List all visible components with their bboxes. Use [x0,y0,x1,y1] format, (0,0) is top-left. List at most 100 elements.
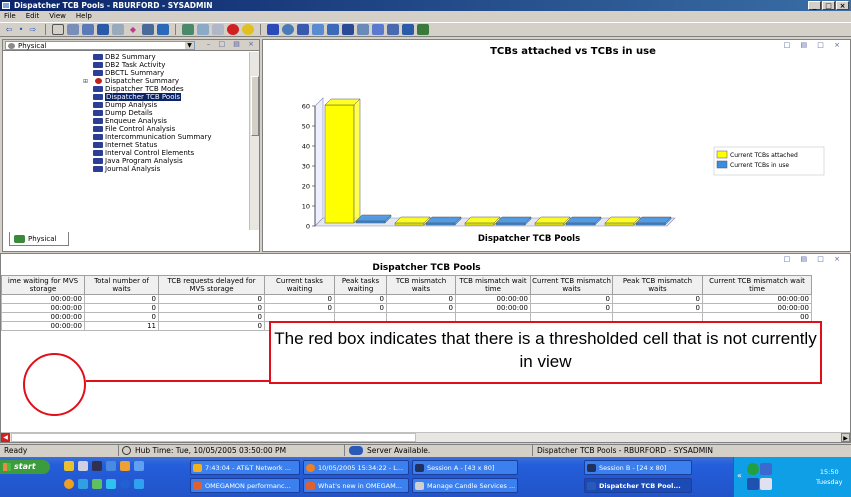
taskbar-button[interactable]: 10/05/2005 15:34:22 - L... [303,460,409,475]
properties-icon[interactable] [82,24,94,35]
show-hidden-icons[interactable]: « [737,471,742,480]
quicklaunch-icon[interactable] [120,461,130,471]
start-button[interactable]: start [0,460,50,474]
scroll-thumb[interactable] [251,76,259,136]
navigator-tab-physical[interactable]: Physical [9,232,69,246]
quicklaunch-icon[interactable] [134,461,144,471]
tree-item[interactable]: Enqueue Analysis [93,117,167,125]
tree-item[interactable]: Java Program Analysis [93,157,183,165]
tree-item[interactable]: DB2 Summary [93,53,156,61]
quicklaunch-icon[interactable] [120,479,130,489]
quicklaunch-icon[interactable] [64,461,74,471]
pane-controls[interactable]: – □ ▤ × [207,40,257,48]
column-header[interactable]: TCB mismatch wait time [455,275,531,295]
taskbar-clock[interactable]: 15:50 Tuesday [816,467,842,487]
quicklaunch-icon[interactable] [106,461,116,471]
tree-item[interactable]: File Control Analysis [93,125,175,133]
save-workspace-icon[interactable] [67,24,79,35]
column-header[interactable]: Current TCB mismatch wait time [702,275,812,295]
forward-icon[interactable]: ⇨ [27,24,39,35]
quicklaunch-icon[interactable] [78,461,88,471]
chevron-down-icon[interactable]: ▼ [185,42,194,49]
quicklaunch-icon[interactable] [92,479,102,489]
tree-item[interactable]: DBCTL Summary [93,69,164,77]
chart-view-icon[interactable] [182,24,194,35]
taskbar-button[interactable]: 7:43:04 - AT&T Network ... [190,460,300,475]
navigator-scrollbar[interactable] [249,52,259,230]
column-header[interactable]: Peak tasks waiting [334,275,387,295]
grid-icon[interactable] [142,24,154,35]
quicklaunch-icon[interactable] [64,479,74,489]
table-row[interactable]: 00:00:00 0 0 0 0 0 00:00:00 0 0 00:00:00 [1,294,812,304]
column-header[interactable]: TCB requests delayed for MVS storage [158,275,265,295]
menu-view[interactable]: View [49,11,66,21]
scroll-left-icon[interactable]: ◀ [1,433,10,442]
sound-icon[interactable] [242,24,254,35]
table-row[interactable]: 00:00:00 0 0 0 0 0 00:00:00 0 0 00:00:00 [1,303,812,313]
column-header[interactable]: ime waiting for MVS storage [1,275,85,295]
tree-item[interactable]: Dispatcher TCB Modes [93,85,184,93]
scroll-thumb[interactable] [11,433,416,442]
stop-icon[interactable] [227,24,239,35]
column-header[interactable]: Total number of waits [84,275,159,295]
navigator-view-select[interactable]: Physical ▼ [5,41,195,50]
table-icon[interactable] [267,24,279,35]
table-horizontal-scrollbar[interactable]: ◀ ▶ [1,432,850,442]
tree-item[interactable]: Dump Analysis [93,101,157,109]
tree-item[interactable]: Dump Details [93,109,153,117]
topology-icon[interactable] [417,24,429,35]
tree-item[interactable]: ⊞ Dispatcher Summary [83,77,179,85]
tree-item-selected[interactable]: Dispatcher TCB Pools [93,93,182,101]
taskbar-button[interactable]: Manage Candle Services ... [412,478,518,493]
event-console-icon[interactable] [372,24,384,35]
taskbar-button[interactable]: What's new in OMEGAM... [303,478,409,493]
close-button[interactable]: × [836,1,849,10]
tray-icon[interactable] [760,463,772,475]
linear-gauge-icon[interactable] [342,24,354,35]
menu-edit[interactable]: Edit [26,11,40,21]
scroll-right-icon[interactable]: ▶ [841,433,850,442]
split-view-icon[interactable] [97,24,109,35]
circular-gauge-icon[interactable] [327,24,339,35]
tree-item[interactable]: DB2 Task Activity [93,61,165,69]
tree-item[interactable]: Internet Status [93,141,157,149]
notepad-icon[interactable] [357,24,369,35]
column-header[interactable]: Peak TCB mismatch waits [612,275,703,295]
pie-chart-icon[interactable] [282,24,294,35]
column-header[interactable]: Current TCB mismatch waits [530,275,613,295]
browser-icon[interactable] [402,24,414,35]
maximize-button[interactable]: □ [822,1,835,10]
tree-item[interactable]: Intercommunication Summary [93,133,211,141]
tree-item[interactable]: Journal Analysis [93,165,160,173]
quicklaunch-icon[interactable] [134,479,144,489]
graphic-view-icon[interactable] [387,24,399,35]
bar-chart-icon[interactable] [297,24,309,35]
table-view-icon[interactable] [197,24,209,35]
column-header[interactable]: Current tasks waiting [264,275,335,295]
minimize-button[interactable]: _ [808,1,821,10]
link-icon[interactable] [112,24,124,35]
quicklaunch-icon[interactable] [92,461,102,471]
taskbar-button[interactable]: Session B - [24 x 80] [584,460,692,475]
expand-icon[interactable]: ⊞ [83,78,88,86]
plot-chart-icon[interactable] [312,24,324,35]
column-header[interactable]: TCB mismatch waits [386,275,456,295]
refresh-icon[interactable] [212,24,224,35]
taskbar-button-active[interactable]: Dispatcher TCB Pool... [584,478,692,493]
back-icon[interactable]: ⇦ [3,24,15,35]
quicklaunch-icon[interactable] [78,479,88,489]
tray-icon[interactable] [747,478,759,490]
tree-item[interactable]: Interval Control Elements [93,149,194,157]
new-window-icon[interactable] [52,24,64,35]
menu-file[interactable]: File [4,11,16,21]
terminal-icon[interactable] [157,24,169,35]
taskbar-button[interactable]: Session A - [43 x 80] [412,460,518,475]
window-titlebar[interactable]: Dispatcher TCB Pools - RBURFORD - SYSADM… [0,0,851,11]
tray-icon[interactable] [747,463,759,475]
diamond-icon[interactable]: ◆ [127,24,139,35]
pane-controls[interactable]: □ ▤ □ × [784,255,844,263]
taskbar-button[interactable]: OMEGAMON performanc... [190,478,300,493]
quicklaunch-icon[interactable] [106,479,116,489]
dropdown-icon[interactable]: • [18,24,24,35]
menu-help[interactable]: Help [76,11,92,21]
